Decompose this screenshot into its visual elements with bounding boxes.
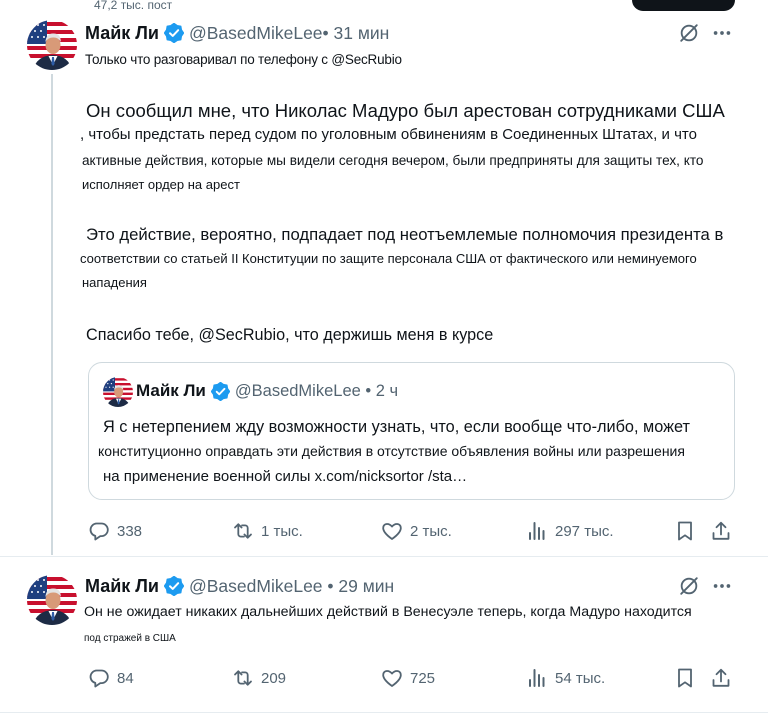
tweet-body-line: нападения — [82, 275, 147, 290]
reply-count: 84 — [117, 669, 134, 687]
tweet-divider — [0, 556, 768, 557]
quote-body-line[interactable]: на применение военной силы x.com/nicksor… — [103, 468, 467, 486]
reply-icon — [89, 522, 109, 541]
share-button[interactable] — [709, 519, 733, 543]
avatar-image — [27, 20, 77, 70]
tweet-divider — [0, 712, 768, 713]
views-icon — [529, 522, 545, 540]
tweet-body-line: под стражей в США — [84, 633, 176, 644]
more-icon — [713, 584, 731, 588]
quote-avatar-image — [103, 377, 133, 407]
repost-button[interactable]: 1 тыс. — [231, 519, 303, 543]
author-handle-time[interactable]: @BasedMikeLee• 31 мин — [189, 23, 389, 44]
repost-count: 209 — [261, 669, 287, 687]
more-icon — [713, 31, 731, 35]
tweet-body-line: Он не ожидает никаких дальнейших действи… — [84, 604, 692, 620]
share-button[interactable] — [709, 666, 733, 690]
verified-badge-icon — [164, 576, 184, 596]
more-button[interactable] — [710, 21, 734, 45]
like-button[interactable]: 2 тыс. — [380, 519, 452, 543]
reply-button[interactable]: 84 — [87, 666, 134, 690]
heart-icon — [382, 523, 402, 540]
repost-button[interactable]: 209 — [231, 666, 286, 690]
avatar-image — [27, 575, 77, 625]
tweet-body-line: Он сообщил мне, что Николас Мадуро был а… — [86, 100, 725, 121]
grok-button[interactable] — [677, 21, 701, 45]
repost-count: 1 тыс. — [261, 522, 303, 540]
repost-icon — [234, 523, 252, 539]
like-button[interactable]: 725 — [380, 666, 435, 690]
more-button[interactable] — [710, 574, 734, 598]
tweet-body-line: соответствии со статьей II Конституции п… — [80, 251, 697, 266]
post-count-label: 47,2 тыс. пост — [94, 0, 173, 12]
views-count: 297 тыс. — [555, 522, 614, 540]
tweet-thanks-line: Спасибо тебе, @SecRubio, что держишь мен… — [86, 326, 494, 344]
tweet-body-line: исполняет ордер на арест — [82, 177, 240, 192]
views-count: 54 тыс. — [555, 669, 606, 687]
quote-header: Майк Ли @BasedMikeLee • 2 ч — [136, 379, 398, 403]
views-icon — [529, 669, 545, 687]
repost-icon — [234, 670, 252, 686]
reply-icon — [89, 669, 109, 688]
heart-icon — [382, 670, 402, 687]
views-button[interactable]: 297 тыс. — [525, 519, 614, 543]
tweet-body-line: активные действия, которые мы видели сег… — [82, 153, 704, 168]
avatar[interactable] — [27, 20, 77, 70]
bookmark-icon — [678, 521, 692, 541]
bookmark-button[interactable] — [673, 666, 697, 690]
top-dark-button[interactable] — [632, 0, 735, 11]
grok-icon — [680, 577, 698, 595]
tweet-body-line: , чтобы предстать перед судом по уголовн… — [80, 126, 697, 143]
like-count: 2 тыс. — [410, 522, 452, 540]
grok-button[interactable] — [677, 574, 701, 598]
share-icon — [712, 668, 730, 687]
thread-line — [51, 74, 53, 555]
grok-icon — [680, 24, 698, 42]
verified-badge-icon — [210, 381, 230, 401]
reply-count: 338 — [117, 522, 143, 540]
verified-badge-icon — [164, 23, 184, 43]
author-name[interactable]: Майк Ли — [85, 23, 159, 44]
share-icon — [712, 521, 730, 540]
tweet-header: Майк Ли @BasedMikeLee• 31 мин — [85, 20, 389, 46]
author-handle-time[interactable]: @BasedMikeLee • 29 мин — [189, 576, 394, 597]
views-button[interactable]: 54 тыс. — [525, 666, 605, 690]
bookmark-icon — [678, 668, 692, 688]
avatar[interactable] — [27, 575, 77, 625]
quote-author-name: Майк Ли — [136, 381, 206, 400]
quote-avatar — [103, 377, 133, 407]
bookmark-button[interactable] — [673, 519, 697, 543]
reply-button[interactable]: 338 — [87, 519, 142, 543]
like-count: 725 — [410, 669, 436, 687]
author-name[interactable]: Майк Ли — [85, 576, 159, 597]
tweet-header: Майк Ли @BasedMikeLee • 29 мин — [85, 573, 394, 599]
tweet-intro-text: Только что разговаривал по телефону с @S… — [85, 52, 402, 67]
tweet-body-line: Это действие, вероятно, подпадает под не… — [86, 225, 724, 244]
quote-body-line: конституционно оправдать эти действия в … — [98, 443, 685, 459]
quote-body-line: Я с нетерпением жду возможности узнать, … — [103, 418, 690, 436]
quote-author-handle-time: @BasedMikeLee • 2 ч — [234, 381, 399, 400]
